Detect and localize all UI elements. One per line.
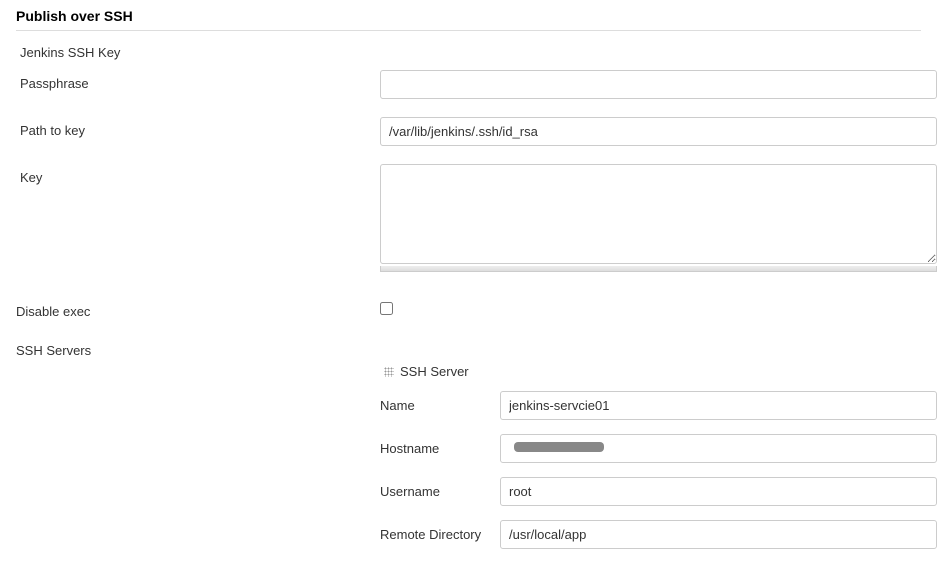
ssh-server-header: SSH Server <box>380 364 937 379</box>
ssh-server-title: SSH Server <box>400 364 469 379</box>
username-label: Username <box>380 484 500 499</box>
name-label: Name <box>380 398 500 413</box>
key-label: Key <box>20 164 380 185</box>
path-to-key-row: Path to key <box>20 117 937 146</box>
disable-exec-row: Disable exec <box>16 298 937 319</box>
jenkins-ssh-key-row: Jenkins SSH Key <box>20 39 937 60</box>
form-area: Jenkins SSH Key Passphrase Path to key K… <box>0 31 937 272</box>
textarea-scrollbar[interactable] <box>380 266 937 272</box>
jenkins-ssh-key-label: Jenkins SSH Key <box>20 39 380 60</box>
path-to-key-input[interactable] <box>380 117 937 146</box>
ssh-servers-row: SSH Servers <box>16 337 937 358</box>
key-textarea[interactable] <box>380 164 937 264</box>
path-to-key-label: Path to key <box>20 117 380 138</box>
remote-directory-row: Remote Directory <box>380 520 937 549</box>
remote-directory-input[interactable] <box>500 520 937 549</box>
drag-handle-icon[interactable] <box>384 367 394 377</box>
ssh-server-block: SSH Server Name Hostname Username Remote… <box>380 364 937 549</box>
passphrase-row: Passphrase <box>20 70 937 99</box>
disable-exec-checkbox[interactable] <box>380 302 393 315</box>
hostname-row: Hostname <box>380 434 937 463</box>
hostname-redacted <box>514 442 604 452</box>
name-row: Name <box>380 391 937 420</box>
username-input[interactable] <box>500 477 937 506</box>
key-row: Key <box>20 164 937 272</box>
username-row: Username <box>380 477 937 506</box>
ssh-servers-label: SSH Servers <box>16 337 380 358</box>
passphrase-label: Passphrase <box>20 70 380 91</box>
lower-form-area: Disable exec SSH Servers <box>0 290 937 358</box>
disable-exec-label: Disable exec <box>16 298 380 319</box>
name-input[interactable] <box>500 391 937 420</box>
passphrase-input[interactable] <box>380 70 937 99</box>
hostname-label: Hostname <box>380 441 500 456</box>
remote-directory-label: Remote Directory <box>380 527 500 542</box>
section-title: Publish over SSH <box>0 0 937 30</box>
